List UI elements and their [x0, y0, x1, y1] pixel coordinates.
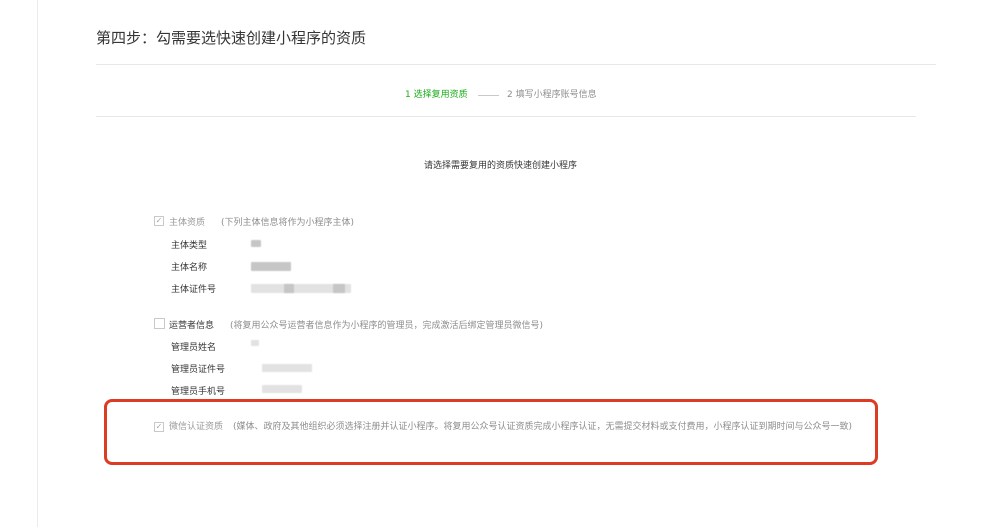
subject-id-label: 主体证件号 [171, 285, 217, 295]
subject-type-label: 主体类型 [171, 241, 208, 251]
step-1-active: 1 选择复用资质 [405, 90, 468, 100]
subject-qualification-label: 主体资质 [169, 218, 206, 228]
title-divider [96, 64, 936, 65]
left-divider [37, 0, 38, 527]
subject-id-value-redacted-mark-2 [333, 284, 345, 293]
operator-info-label: 运营者信息 [169, 321, 215, 331]
admin-phone-value-redacted [262, 385, 302, 393]
admin-id-label: 管理员证件号 [171, 365, 226, 375]
subject-qualification-checkbox[interactable]: ✓ [154, 216, 164, 226]
subject-name-value-redacted [251, 262, 291, 271]
subject-type-value-redacted [251, 240, 261, 247]
operator-info-checkbox[interactable] [154, 318, 165, 329]
step-separator [478, 95, 499, 96]
instruction-text: 请选择需要复用的资质快速创建小程序 [424, 161, 578, 171]
page-title: 第四步：勾需要选快速创建小程序的资质 [96, 29, 367, 47]
steps-divider [96, 116, 916, 117]
admin-phone-label: 管理员手机号 [171, 387, 226, 397]
step-indicator: 1 选择复用资质 2 填写小程序账号信息 [0, 88, 985, 102]
subject-id-value-redacted-mark-1 [284, 284, 294, 293]
admin-id-value-redacted [262, 364, 312, 372]
admin-name-label: 管理员姓名 [171, 343, 217, 353]
wechat-cert-label: 微信认证资质 [169, 422, 224, 432]
wechat-cert-row: 微信认证资质 (媒体、政府及其他组织必须选择注册并认证小程序。将复用公众号认证资质… [155, 420, 855, 435]
wechat-cert-note: (媒体、政府及其他组织必须选择注册并认证小程序。将复用公众号认证资质完成小程序认… [233, 422, 853, 432]
operator-info-note: (将复用公众号运营者信息作为小程序的管理员，完成激活后绑定管理员微信号) [230, 321, 544, 331]
step-2: 2 填写小程序账号信息 [507, 90, 597, 100]
admin-name-value-redacted [251, 340, 259, 346]
subject-name-label: 主体名称 [171, 263, 208, 273]
subject-qualification-note: (下列主体信息将作为小程序主体) [221, 218, 355, 228]
